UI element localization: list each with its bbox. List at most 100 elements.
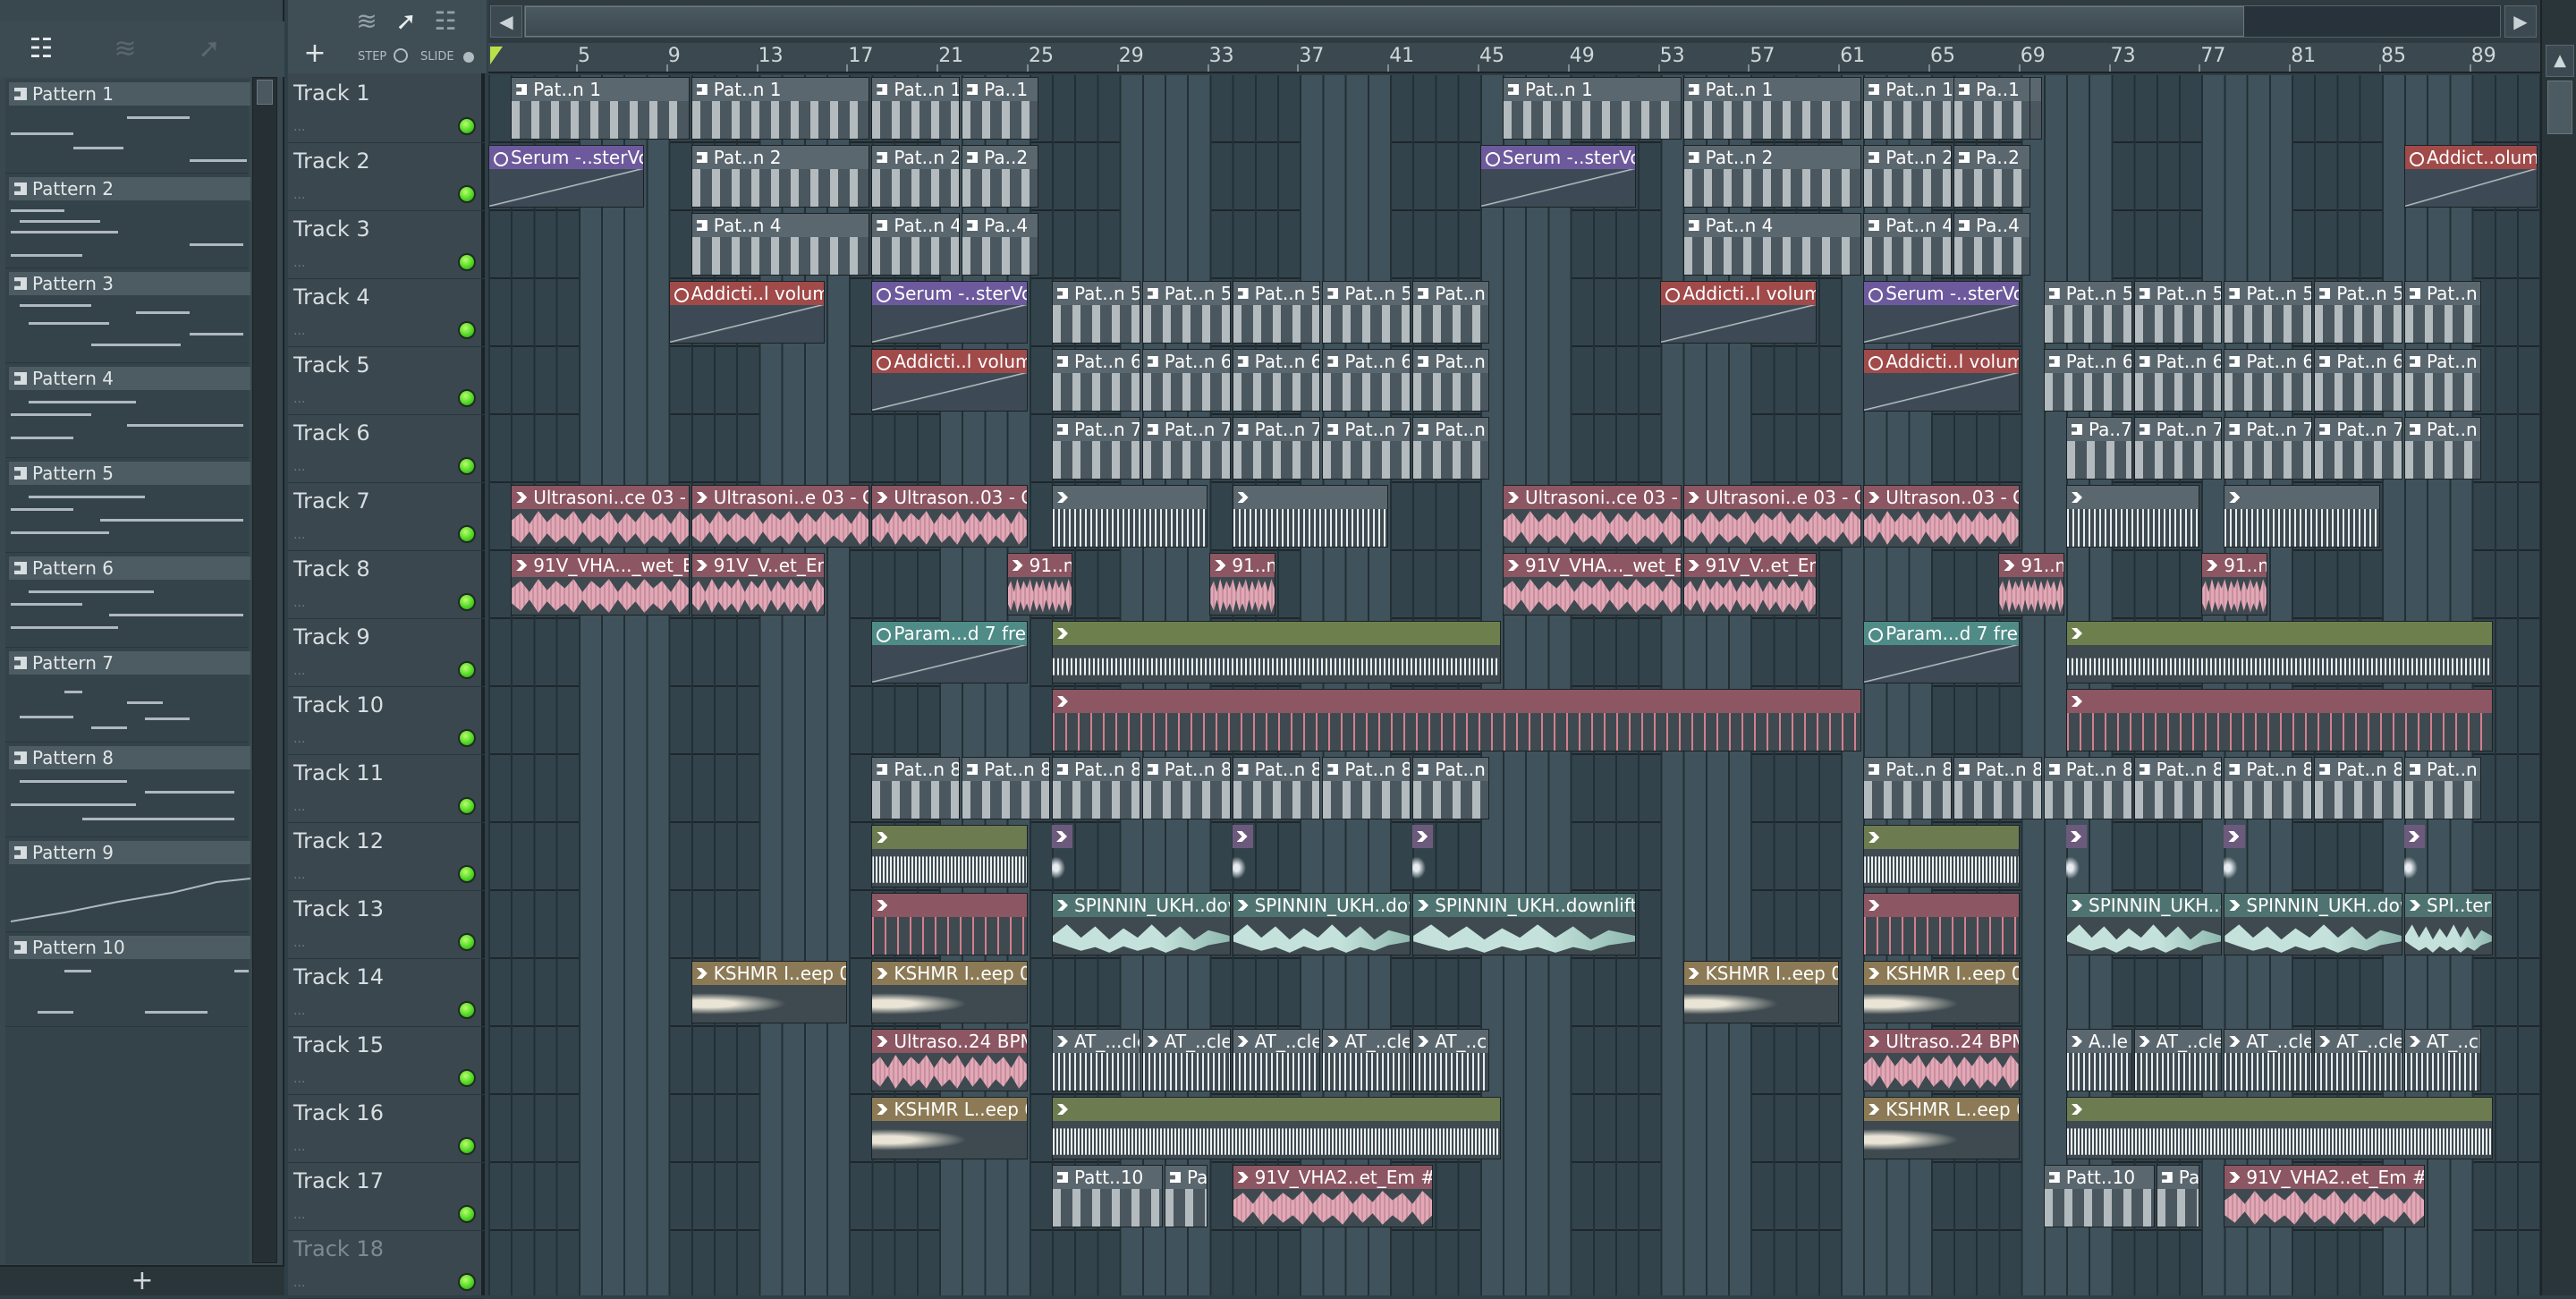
audio-clip[interactable]: [871, 825, 1028, 887]
audio-clip[interactable]: Ultrason..03 - C: [871, 485, 1028, 548]
track-header[interactable]: Track 7...: [288, 483, 485, 551]
audio-clip[interactable]: [1052, 825, 1073, 887]
pattern-clip[interactable]: Pat..n 6: [1141, 349, 1231, 412]
track-header[interactable]: Track 11...: [288, 755, 485, 823]
pattern-item[interactable]: Pattern 9: [5, 837, 251, 932]
audio-clip[interactable]: 91V_VHA2..et_Em #4: [1232, 1165, 1434, 1227]
track-name[interactable]: Track 11: [293, 760, 384, 785]
track-header[interactable]: Track 4...: [288, 279, 485, 347]
track-options[interactable]: ...: [293, 1072, 305, 1086]
pattern-clip[interactable]: Pat..n 6: [2133, 349, 2223, 412]
audio-clip[interactable]: AT_...cle: [1052, 1029, 1140, 1091]
audio-clip[interactable]: 91V_V..et_Em: [691, 553, 825, 616]
audio-clip[interactable]: AT_..cle: [1232, 1029, 1321, 1091]
pattern-clip[interactable]: Pat..n 2: [1682, 145, 1862, 208]
track-header[interactable]: Track 10...: [288, 687, 485, 755]
track-options[interactable]: ...: [293, 392, 305, 406]
track-options[interactable]: ...: [293, 800, 305, 814]
pattern-clip[interactable]: Pat..n 5: [2133, 281, 2223, 344]
audio-clip[interactable]: AT_..cle: [2404, 1029, 2482, 1091]
pattern-clip[interactable]: Pat..n 5: [1322, 281, 1411, 344]
track-options[interactable]: ...: [293, 120, 305, 134]
track-options[interactable]: ...: [293, 664, 305, 678]
pattern-clip[interactable]: Pat..n 5: [2224, 281, 2313, 344]
pattern-clip[interactable]: Pat..n 5: [2404, 281, 2482, 344]
automation-clip[interactable]: Addict..olume: [2404, 145, 2538, 208]
track-options[interactable]: ...: [293, 1208, 305, 1222]
audio-clip[interactable]: AT_..cle: [1322, 1029, 1411, 1091]
track-options[interactable]: ...: [293, 596, 305, 610]
audio-clip[interactable]: 91..m: [1006, 553, 1073, 616]
audio-clip[interactable]: [2066, 689, 2493, 751]
pattern-clip[interactable]: Pat..n 7: [2404, 417, 2482, 480]
automation-clip[interactable]: Addicti..l volume: [1863, 349, 2020, 412]
pattern-clip[interactable]: Pat..n 8: [1412, 757, 1490, 819]
pattern-clip[interactable]: Pat..n 8: [1232, 757, 1321, 819]
pattern-clip[interactable]: Pat..n 6: [1052, 349, 1140, 412]
song-overview[interactable]: [524, 5, 2501, 38]
automation-clip[interactable]: Serum -..sterVol: [488, 145, 645, 208]
audio-clip[interactable]: KSHMR L..eep 02: [871, 1097, 1028, 1159]
automation-clip[interactable]: Param...d 7 freq: [1863, 621, 2020, 683]
automation-clip[interactable]: Serum -..sterVol: [871, 281, 1028, 344]
pattern-clip[interactable]: Pat..n 2: [1863, 145, 1952, 208]
track-name[interactable]: Track 13: [293, 896, 384, 921]
pattern-item[interactable]: Pattern 7: [5, 648, 250, 743]
pattern-clip[interactable]: Pa..4: [1953, 213, 2031, 276]
track-name[interactable]: Track 6: [293, 420, 370, 446]
pattern-item[interactable]: Pattern 8: [5, 743, 250, 837]
track-name[interactable]: Track 16: [293, 1100, 384, 1125]
pattern-clip[interactable]: Pat..n 5: [2043, 281, 2132, 344]
pattern-clip[interactable]: Pat..n 7: [1052, 417, 1140, 480]
track-name[interactable]: Track 7: [293, 488, 370, 514]
track-mute-led[interactable]: [458, 1001, 476, 1019]
pattern-clip[interactable]: Pat..n 8: [2043, 757, 2132, 819]
audio-clip[interactable]: 91..m: [1998, 553, 2064, 616]
track-mute-led[interactable]: [458, 525, 476, 543]
track-header[interactable]: Track 13...: [288, 891, 485, 959]
pattern-clip[interactable]: Pat..n 8: [962, 757, 1050, 819]
audio-clip[interactable]: 91V_VHA..._wet_Em: [511, 553, 690, 616]
audio-clip[interactable]: Ultrasoni..ce 03 - C: [511, 485, 690, 548]
track-options[interactable]: ...: [293, 936, 305, 950]
audio-clip[interactable]: [1412, 825, 1434, 887]
audio-clip[interactable]: [871, 893, 1028, 955]
pattern-clip[interactable]: Pa..: [2156, 1165, 2200, 1227]
audio-clip[interactable]: [2066, 621, 2493, 683]
track-header[interactable]: Track 5...: [288, 347, 485, 415]
step-toggle[interactable]: [394, 48, 408, 63]
track-header[interactable]: Track 2...: [288, 143, 485, 211]
audio-clip[interactable]: KSHMR I..eep 05: [1863, 961, 2020, 1023]
slide-toggle[interactable]: [463, 52, 474, 63]
track-name[interactable]: Track 12: [293, 828, 384, 853]
playlist-grid[interactable]: Pat..n 1 Pat..n 1 Pat..n 1 Pa..1 Pat..n 1 Pat…: [488, 75, 2540, 1295]
audio-clip[interactable]: 91..m: [1209, 553, 1275, 616]
track-name[interactable]: Track 10: [293, 692, 384, 717]
automation-clip[interactable]: Param...d 7 freq: [871, 621, 1028, 683]
track-name[interactable]: Track 17: [293, 1168, 384, 1193]
pattern-clip[interactable]: Pat..n 1: [1503, 77, 1682, 140]
pattern-clip[interactable]: Pat..n 5: [1141, 281, 1231, 344]
track-mute-led[interactable]: [458, 185, 476, 203]
audio-clip[interactable]: SPINNIN_UKH..dc: [2066, 893, 2223, 955]
pattern-clip[interactable]: Patt..10: [1052, 1165, 1163, 1227]
vertical-scrollbar[interactable]: ▲: [2540, 0, 2576, 1295]
automation-clip[interactable]: Addicti..l volume: [871, 349, 1028, 412]
pattern-clip[interactable]: Pat..n 1: [511, 77, 690, 140]
pattern-clip[interactable]: Pat..n 2: [691, 145, 870, 208]
track-header[interactable]: Track 14...: [288, 959, 485, 1027]
pattern-clip[interactable]: Pat..n 8: [871, 757, 961, 819]
add-pattern-button[interactable]: +: [0, 1265, 284, 1295]
playhead-marker-icon[interactable]: [490, 47, 508, 66]
scroll-left-button[interactable]: ◀: [490, 5, 522, 38]
pattern-clip[interactable]: Pat..n 1: [1682, 77, 1862, 140]
pattern-item[interactable]: Pattern 2: [5, 174, 250, 268]
pattern-clip[interactable]: Pat..n 1: [691, 77, 870, 140]
pattern-clip[interactable]: Pat..n 8: [1141, 757, 1231, 819]
audio-clip[interactable]: KSHMR I..eep 05: [1682, 961, 1839, 1023]
track-options[interactable]: ...: [293, 1276, 305, 1290]
track-options[interactable]: ...: [293, 188, 305, 202]
track-name[interactable]: Track 18: [293, 1236, 384, 1261]
track-header[interactable]: Track 15...: [288, 1027, 485, 1095]
track-name[interactable]: Track 5: [293, 352, 370, 378]
